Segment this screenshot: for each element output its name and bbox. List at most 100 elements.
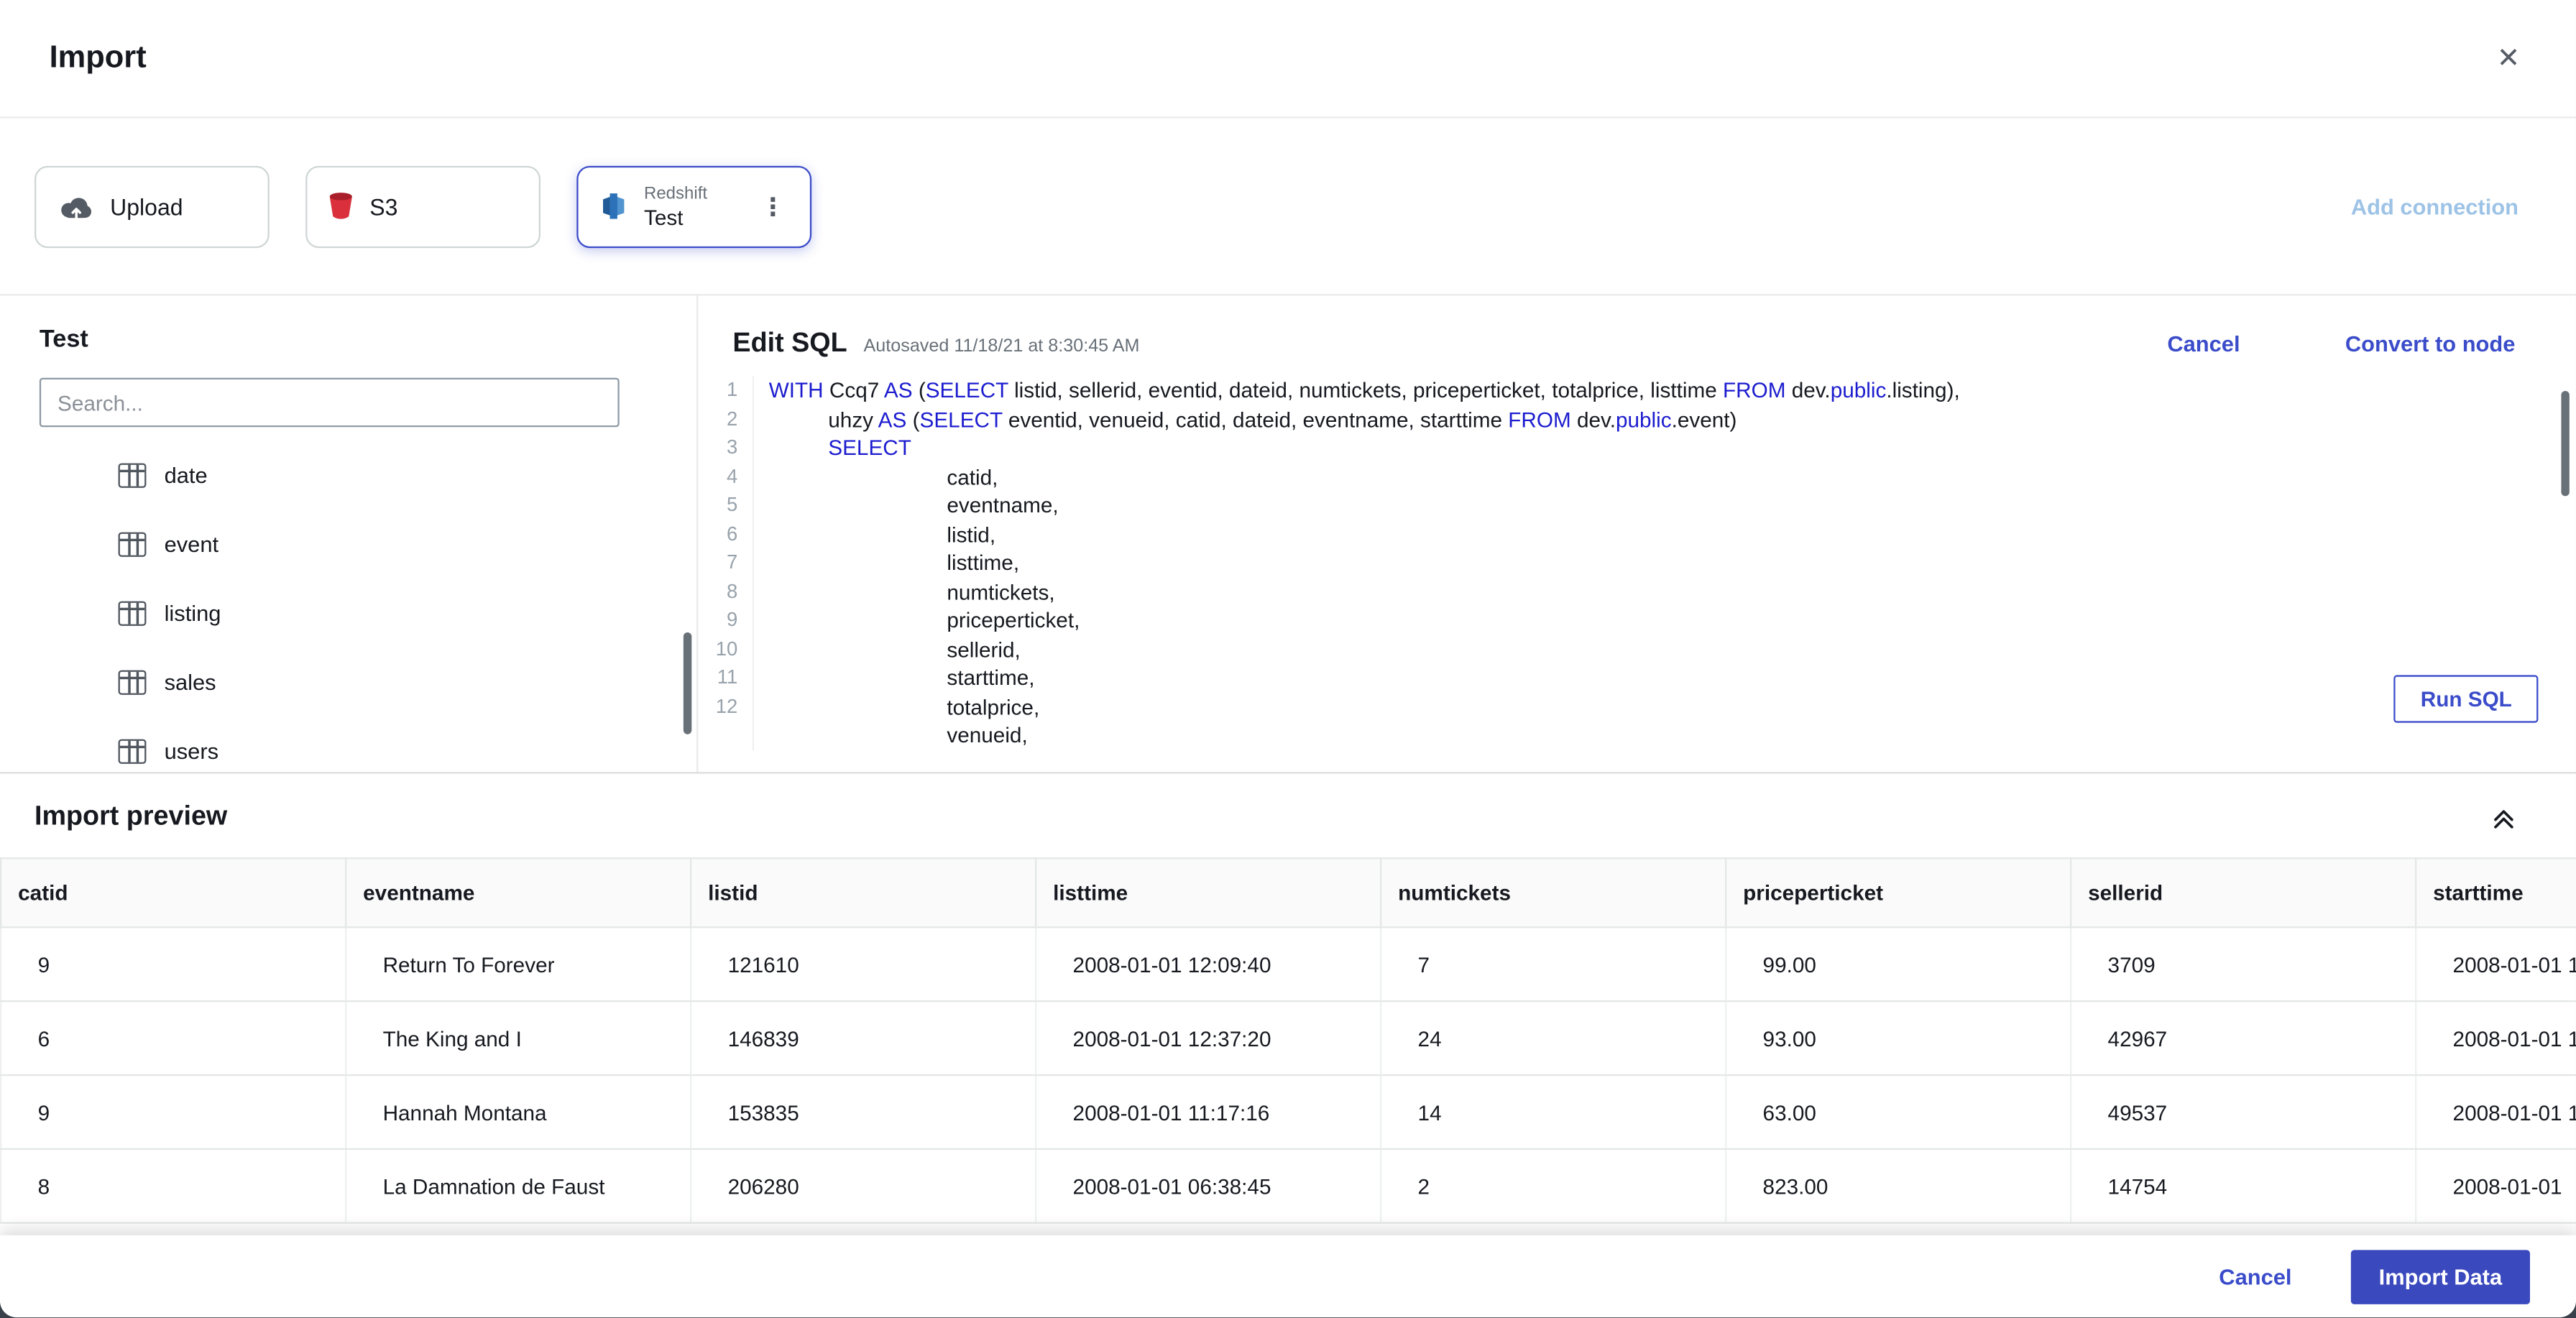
collapse-preview-button[interactable] [2492,806,2515,829]
editor-cancel-link[interactable]: Cancel [2167,332,2240,356]
table-icon [118,462,147,487]
editor-header: Edit SQL Autosaved 11/18/21 at 8:30:45 A… [698,295,2576,359]
redshift-icon [603,193,625,219]
sql-editor[interactable]: 1 2 3 4 5 6 7 8 9 10 11 12 WITH Ccq7 AS (SELECT lis… [698,376,2576,750]
table-cell: 9 [0,1074,347,1150]
line-number: 5 [726,492,738,516]
dialog-footer: Cancel Import Data [0,1235,2576,1318]
upload-card[interactable]: Upload [34,165,270,247]
column-header-catid: catid [0,857,347,928]
table-cell: La Damnation de Faust [344,1148,692,1224]
line-number: 3 [726,435,738,458]
table-icon [118,669,147,694]
table-cell: 2008-01-01 12:09:40 [1034,926,1382,1003]
column-header-numtickets: numtickets [1379,857,1727,928]
sql-code-line: totalprice, [768,693,1040,719]
sql-code-line: listtime, [768,550,1020,575]
sql-code-line: WITH Ccq7 AS (SELECT listid, sellerid, e… [768,377,1960,402]
sidebar-item-label: sales [164,669,216,694]
table-cell: Return To Forever [344,926,692,1003]
table-cell: 153835 [689,1074,1037,1150]
line-number: 6 [726,521,738,545]
convert-to-node-link[interactable]: Convert to node [2345,332,2516,356]
connection-sources-row: Upload S3 Redshift Test ⋮ Add connection [0,119,2576,296]
sidebar-item-users[interactable]: users [0,716,696,773]
import-dialog: Import ✕ Upload S3 Redshift Test ⋮ Add c… [0,0,2576,1318]
table-cell: Hannah Montana [344,1074,692,1150]
table-cell: 9 [0,926,347,1003]
sidebar-scrollbar[interactable] [683,632,692,734]
column-header-priceperticket: priceperticket [1724,857,2072,928]
line-number: 10 [715,636,738,660]
sql-code-line: eventname, [768,492,1059,517]
line-number: 4 [726,464,738,487]
table-cell: 6 [0,1000,347,1077]
sidebar-item-sales[interactable]: sales [0,648,696,716]
sidebar-item-event[interactable]: event [0,510,696,579]
autosave-text: Autosaved 11/18/21 at 8:30:45 AM [863,336,1140,356]
table-row: 9 Hannah Montana 153835 2008-01-01 11:17:16… [0,1074,2576,1150]
search-input[interactable] [39,377,620,428]
redshift-type-label: Redshift [643,183,708,203]
line-number: 7 [726,550,738,573]
close-icon: ✕ [2496,42,2521,74]
column-header-listtime: listtime [1034,857,1382,928]
redshift-card-text: Redshift Test [644,183,707,229]
table-cell: 93.00 [1724,1000,2072,1077]
table-cell: 206280 [689,1148,1037,1224]
column-header-eventname: eventname [344,857,692,928]
table-cell: 2008-01-01 1 [2414,1074,2576,1150]
table-cell: 63.00 [1724,1074,2072,1150]
s3-card[interactable]: S3 [305,165,540,247]
table-cell: 24 [1379,1000,1727,1077]
editor-scrollbar[interactable] [2561,390,2570,497]
column-header-starttime: starttime [2414,857,2576,928]
add-connection-link[interactable]: Add connection [2351,194,2518,218]
import-data-button[interactable]: Import Data [2350,1249,2530,1304]
footer-cancel-link[interactable]: Cancel [2219,1264,2291,1289]
sidebar-title: Test [39,325,88,354]
close-button[interactable]: ✕ [2497,45,2521,73]
preview-table: catid eventname listid listtime numtickets pr… [0,857,2576,1224]
line-number: 8 [726,579,738,602]
table-cell: 2008-01-01 06:38:45 [1034,1148,1382,1224]
table-cell: 2008-01-01 12:37:20 [1034,1000,1382,1077]
sql-editor-panel: Edit SQL Autosaved 11/18/21 at 8:30:45 A… [698,295,2576,772]
sidebar-item-listing[interactable]: listing [0,579,696,648]
content-area: Test date event listing sales users Edit SQL… [0,295,2576,773]
table-cell: 2008-01-01 1 [2414,1000,2576,1077]
sidebar-item-label: listing [164,600,221,625]
sql-code: WITH Ccq7 AS (SELECT listid, sellerid, e… [754,376,1960,750]
line-number: 11 [717,665,738,688]
sidebar-item-date[interactable]: date [0,441,696,510]
sql-code-line: SELECT [828,435,911,460]
table-cell: 8 [0,1148,347,1224]
table-cell: 99.00 [1724,926,2072,1003]
table-list: date event listing sales users [0,441,696,773]
table-cell: 2 [1379,1148,1727,1224]
sql-code-line: venueid, [768,722,1028,747]
sidebar-item-label: event [164,531,219,556]
kebab-menu-icon[interactable]: ⋮ [758,191,788,221]
s3-icon [329,193,352,219]
table-icon [118,600,147,625]
table-cell: 42967 [2069,1000,2417,1077]
sql-code-line: listid, [768,521,996,546]
sql-code-line: numtickets, [768,579,1055,604]
preview-table-container: catid eventname listid listtime numtickets pr… [0,857,2576,1224]
table-icon [118,738,147,763]
redshift-card-selected[interactable]: Redshift Test ⋮ [576,165,812,247]
table-cell: 2008-01-01 11:17:16 [1034,1074,1382,1150]
upload-label: Upload [110,193,183,220]
sql-code-line: starttime, [768,665,1035,690]
table-cell: 823.00 [1724,1148,2072,1224]
column-header-sellerid: sellerid [2069,857,2417,928]
line-number: 9 [726,607,738,631]
dialog-header: Import ✕ [0,0,2576,119]
schema-sidebar: Test date event listing sales users [0,295,699,773]
line-number: 1 [726,377,738,401]
table-cell: 14754 [2069,1148,2417,1224]
preview-header-row: catid eventname listid listtime numtickets pr… [0,857,2576,928]
line-number: 12 [715,693,738,717]
run-sql-button[interactable]: Run SQL [2394,675,2539,723]
